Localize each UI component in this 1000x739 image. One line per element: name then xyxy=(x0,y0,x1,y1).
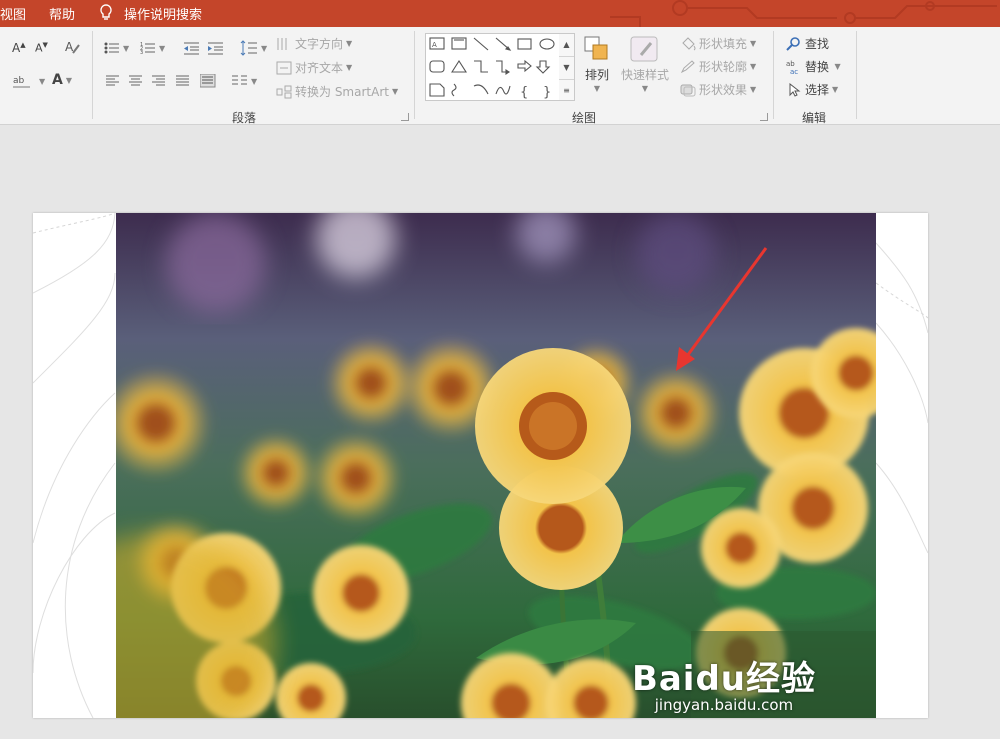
columns-button[interactable]: ▼ xyxy=(232,75,257,87)
slide-canvas[interactable]: Baidu经验 jingyan.baidu.com xyxy=(33,213,928,718)
shape-outline-button[interactable]: 形状轮廓 ▼ xyxy=(680,58,756,75)
align-center-icon xyxy=(129,75,142,86)
svg-text:ac: ac xyxy=(790,68,798,75)
paragraph-dialog-launcher[interactable] xyxy=(401,113,409,121)
increase-indent-button[interactable] xyxy=(208,41,224,55)
shape-fill-label: 形状填充 xyxy=(699,37,748,51)
select-button[interactable]: 选择 ▼ xyxy=(788,81,838,98)
smartart-icon xyxy=(276,85,292,98)
font-size-decrease-button[interactable]: A▼ xyxy=(35,41,48,55)
select-label: 选择 xyxy=(805,83,830,97)
baidu-watermark: Baidu经验 jingyan.baidu.com xyxy=(632,651,816,714)
svg-text:ab: ab xyxy=(786,60,795,68)
find-label: 查找 xyxy=(805,37,830,51)
shapes-gallery-icons: A { } xyxy=(429,37,555,100)
replace-button[interactable]: ab ac 替换 ▼ xyxy=(786,58,841,75)
convert-smartart-label: 转换为 SmartArt xyxy=(295,85,389,99)
drawing-dialog-launcher[interactable] xyxy=(760,113,768,121)
svg-text:{: { xyxy=(520,85,528,100)
lightbulb-icon[interactable] xyxy=(99,4,113,22)
cursor-arrow-icon xyxy=(789,82,801,97)
indent-increase-icon xyxy=(208,42,223,55)
tell-me-search[interactable]: 操作说明搜索 xyxy=(124,4,202,23)
decrease-indent-button[interactable] xyxy=(184,41,200,55)
quick-styles-icon xyxy=(630,36,658,62)
svg-text:3: 3 xyxy=(140,50,143,55)
svg-text:}: } xyxy=(543,85,551,100)
align-left-button[interactable] xyxy=(106,75,120,87)
line-spacing-icon xyxy=(240,40,257,56)
svg-text:A: A xyxy=(432,41,437,49)
drawing-group-label: 绘图 xyxy=(572,111,597,125)
title-menu-bar: 视图 帮助 操作说明搜索 xyxy=(0,0,1000,27)
paragraph-group-label: 段落 xyxy=(232,111,257,125)
text-direction-label: 文字方向 xyxy=(295,37,344,51)
sunflower-image xyxy=(116,213,876,718)
numbering-button[interactable]: 123 ▼ xyxy=(140,41,165,55)
numbering-icon: 123 xyxy=(140,42,155,55)
arrange-button[interactable]: 排列 ▼ xyxy=(583,35,611,93)
change-case-icon: A xyxy=(52,72,63,88)
distributed-button[interactable] xyxy=(200,74,216,88)
find-button[interactable]: 查找 xyxy=(786,35,829,52)
align-text-label: 对齐文本 xyxy=(295,61,344,75)
shapes-gallery[interactable]: A { } xyxy=(425,33,560,101)
watermark-logo: Baidu经验 xyxy=(631,659,816,699)
text-direction-icon xyxy=(277,37,287,50)
distributed-icon xyxy=(200,74,216,88)
svg-text:ab: ab xyxy=(13,76,25,86)
shape-effects-label: 形状效果 xyxy=(699,83,748,97)
ribbon: A▲ A▼ A ab ▼ A ▼ ▼ 123 ▼ ▼ 文字方向▼ 对齐文本▼ xyxy=(0,27,1000,125)
shapes-gallery-scroll[interactable]: ▲ ▼ ≡ xyxy=(559,33,575,101)
align-left-icon xyxy=(106,75,119,86)
align-text-button[interactable]: 对齐文本 ▼ xyxy=(276,59,352,76)
quick-styles-label: 快速样式 xyxy=(621,68,670,82)
bullets-button[interactable]: ▼ xyxy=(104,41,129,55)
change-case-button[interactable]: A ▼ xyxy=(52,72,72,88)
quick-styles-button[interactable]: 快速样式 ▼ xyxy=(621,35,669,93)
columns-icon xyxy=(232,75,247,85)
shape-effects-button[interactable]: 形状效果 ▼ xyxy=(680,81,756,98)
clear-format-icon: A xyxy=(65,40,80,54)
paint-bucket-icon xyxy=(682,36,696,50)
arrange-icon xyxy=(584,36,608,60)
align-right-icon xyxy=(152,75,165,86)
align-center-button[interactable] xyxy=(129,75,143,87)
line-spacing-button[interactable]: ▼ xyxy=(240,40,267,56)
gallery-scroll-up-icon[interactable]: ▲ xyxy=(559,34,574,57)
shape-outline-label: 形状轮廓 xyxy=(699,60,748,74)
gallery-scroll-down-icon[interactable]: ▼ xyxy=(559,57,574,80)
menu-view[interactable]: 视图 xyxy=(0,4,26,23)
editing-group-label: 编辑 xyxy=(802,111,827,125)
arrange-label: 排列 xyxy=(584,68,609,82)
font-grow-icon: A▲ xyxy=(12,41,26,55)
font-size-increase-button[interactable]: A▲ xyxy=(12,41,26,55)
menu-help[interactable]: 帮助 xyxy=(49,4,75,23)
justify-icon xyxy=(176,75,189,86)
gallery-more-icon[interactable]: ≡ xyxy=(559,80,574,102)
circuit-decoration xyxy=(610,0,997,27)
convert-smartart-button[interactable]: 转换为 SmartArt ▼ xyxy=(276,83,398,100)
shape-fill-button[interactable]: 形状填充 ▼ xyxy=(680,35,756,52)
bullets-icon xyxy=(104,42,119,54)
indent-decrease-icon xyxy=(184,42,199,55)
char-spacing-icon: ab xyxy=(13,76,30,88)
text-direction-button[interactable]: 文字方向 ▼ xyxy=(276,35,352,52)
replace-label: 替换 xyxy=(805,60,830,74)
character-spacing-button[interactable]: ab ▼ xyxy=(12,73,45,89)
align-right-button[interactable] xyxy=(152,75,166,87)
align-text-icon xyxy=(276,61,292,74)
font-shrink-icon: A▼ xyxy=(35,41,48,55)
clear-format-button[interactable]: A xyxy=(64,39,80,55)
search-icon xyxy=(786,36,800,51)
shape-effects-icon xyxy=(680,84,696,96)
replace-icon: abac xyxy=(786,60,798,75)
watermark-url: jingyan.baidu.com xyxy=(654,696,794,714)
pencil-icon xyxy=(680,59,695,73)
sunflower-photo[interactable]: Baidu经验 jingyan.baidu.com xyxy=(116,213,876,718)
justify-button[interactable] xyxy=(176,75,190,87)
